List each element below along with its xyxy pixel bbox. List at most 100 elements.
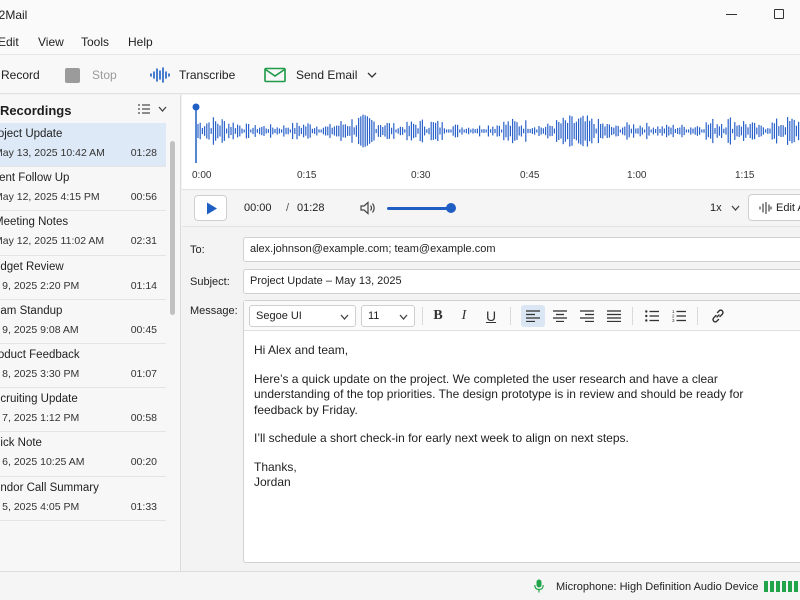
font-size-select[interactable]: 11 (361, 305, 415, 327)
recording-date: y 7, 2025 1:12 PM (0, 412, 80, 425)
scrollbar-thumb[interactable] (170, 141, 175, 315)
level-bar (782, 581, 786, 592)
level-bar (776, 581, 780, 592)
message-body[interactable]: Hi Alex and team, Here’s a quick update … (254, 343, 754, 491)
recording-item[interactable]: eam Standup y 9, 2025 9:08 AM 00:45 (0, 300, 166, 344)
justify-icon (607, 310, 621, 322)
recording-item[interactable]: Meeting Notes May 12, 2025 11:02 AM 02:31 (0, 211, 166, 256)
italic-button[interactable]: I (452, 305, 476, 327)
font-size-value: 11 (368, 310, 380, 322)
recording-name: lient Follow Up (0, 172, 70, 185)
chevron-down-icon[interactable] (731, 205, 740, 211)
justify-button[interactable] (602, 305, 626, 327)
list-view-icon[interactable] (138, 104, 150, 114)
recording-duration: 01:28 (130, 147, 157, 159)
edit-audio-label: Edit A (776, 202, 800, 214)
align-right-button[interactable] (575, 305, 599, 327)
menu-edit[interactable]: Edit (0, 35, 19, 49)
stop-button[interactable]: Stop (65, 55, 117, 95)
stop-icon (65, 67, 80, 83)
menu-help[interactable]: Help (128, 35, 153, 49)
playback-speed[interactable]: 1x (710, 202, 722, 214)
timeline-label: 0:00 (192, 170, 212, 181)
numbered-list-button[interactable]: 123 (667, 305, 691, 327)
numbered-list-icon: 123 (672, 310, 686, 322)
to-label: To: (190, 244, 205, 256)
align-center-icon (553, 310, 567, 322)
recording-item[interactable]: roduct Feedback y 8, 2025 3:30 PM 01:07 (0, 344, 166, 389)
align-center-button[interactable] (548, 305, 572, 327)
toolbar-divider (422, 307, 423, 325)
underline-button[interactable]: U (479, 305, 503, 327)
svg-text:3: 3 (672, 318, 675, 322)
message-paragraph: Here’s a quick update on the project. We… (254, 371, 744, 417)
transcribe-label: Transcribe (179, 68, 236, 82)
message-editor[interactable]: Segoe UI 11 B I U 1 2 3 Hi Alex and team… (243, 300, 800, 563)
level-bar (764, 581, 768, 592)
play-button[interactable] (194, 195, 227, 221)
microphone-icon (534, 579, 544, 593)
waveform[interactable] (182, 95, 800, 190)
menu-view[interactable]: View (38, 35, 64, 49)
recording-item[interactable]: ecruiting Update y 7, 2025 1:12 PM 00:58 (0, 388, 166, 433)
timeline-label: 0:45 (520, 170, 540, 181)
recording-item[interactable]: udget Review y 9, 2025 2:20 PM 01:14 (0, 256, 166, 300)
volume-icon[interactable] (360, 201, 376, 215)
message-greeting: Hi Alex and team, (254, 343, 349, 357)
playhead-handle[interactable] (192, 103, 200, 111)
volume-slider[interactable] (387, 207, 451, 210)
transcribe-button[interactable]: Transcribe (149, 55, 235, 95)
level-bar (794, 581, 798, 592)
minimize-button[interactable] (726, 14, 737, 15)
edit-audio-button[interactable]: Edit A (748, 194, 800, 221)
recording-duration: 01:07 (130, 367, 157, 380)
recording-duration: 02:31 (130, 235, 157, 248)
maximize-button[interactable] (774, 9, 784, 19)
recording-name: roduct Feedback (0, 348, 80, 361)
status-bar: Microphone: High Definition Audio Device (0, 571, 800, 600)
waveform-panel[interactable]: 0:00 0:15 0:30 0:45 1:00 1:15 (182, 95, 800, 190)
total-time: 01:28 (297, 202, 325, 214)
recording-date: May 12, 2025 4:15 PM (0, 191, 100, 204)
font-family-value: Segoe UI (256, 310, 302, 322)
recordings-sidebar: t Recordings roject Update May 13, 2025 1… (0, 95, 181, 571)
volume-slider-thumb[interactable] (446, 203, 456, 213)
play-icon (207, 202, 217, 215)
recording-duration: 01:33 (130, 500, 157, 513)
level-bar (770, 581, 774, 592)
bold-button[interactable]: B (426, 305, 450, 327)
recording-date: y 6, 2025 10:25 AM (0, 456, 85, 469)
send-email-label: Send Email (296, 68, 358, 82)
to-field[interactable]: alex.johnson@example.com; team@example.c… (243, 237, 800, 262)
align-left-button[interactable] (521, 305, 545, 327)
recording-name: roject Update (0, 128, 63, 140)
recording-date: y 8, 2025 3:30 PM (0, 367, 80, 380)
insert-link-button[interactable] (706, 305, 730, 327)
send-email-button[interactable]: Send Email (264, 55, 377, 95)
message-closing: Thanks, (254, 459, 297, 474)
recording-name: eam Standup (0, 304, 63, 317)
message-label: Message: (190, 305, 238, 317)
chevron-down-icon[interactable] (367, 72, 377, 78)
record-button[interactable]: Record (1, 55, 40, 95)
timeline-label: 0:30 (411, 170, 431, 181)
current-time: 00:00 (244, 202, 272, 214)
chevron-down-icon (340, 314, 349, 320)
bullet-list-button[interactable] (640, 305, 664, 327)
recording-item[interactable]: roject Update May 13, 2025 10:42 AM 01:28 (0, 123, 166, 168)
waveform-icon (759, 202, 772, 214)
time-separator: / (286, 202, 290, 214)
chevron-down-icon[interactable] (158, 106, 167, 112)
font-family-select[interactable]: Segoe UI (249, 305, 356, 327)
recording-item[interactable]: uick Note y 6, 2025 10:25 AM 00:20 (0, 432, 166, 477)
waveform-icon (150, 67, 170, 83)
recording-name: uick Note (0, 437, 42, 450)
recording-item[interactable]: lient Follow Up May 12, 2025 4:15 PM 00:56 (0, 167, 166, 212)
sidebar-scrollbar[interactable] (168, 123, 178, 567)
menu-tools[interactable]: Tools (81, 35, 109, 49)
toolbar-divider (632, 307, 633, 325)
toolbar: Record Stop Transcribe Send Email (0, 54, 800, 94)
subject-field[interactable]: Project Update – May 13, 2025 (243, 269, 800, 294)
link-icon (712, 309, 724, 323)
recording-item[interactable]: endor Call Summary y 5, 2025 4:05 PM 01:33 (0, 477, 166, 521)
